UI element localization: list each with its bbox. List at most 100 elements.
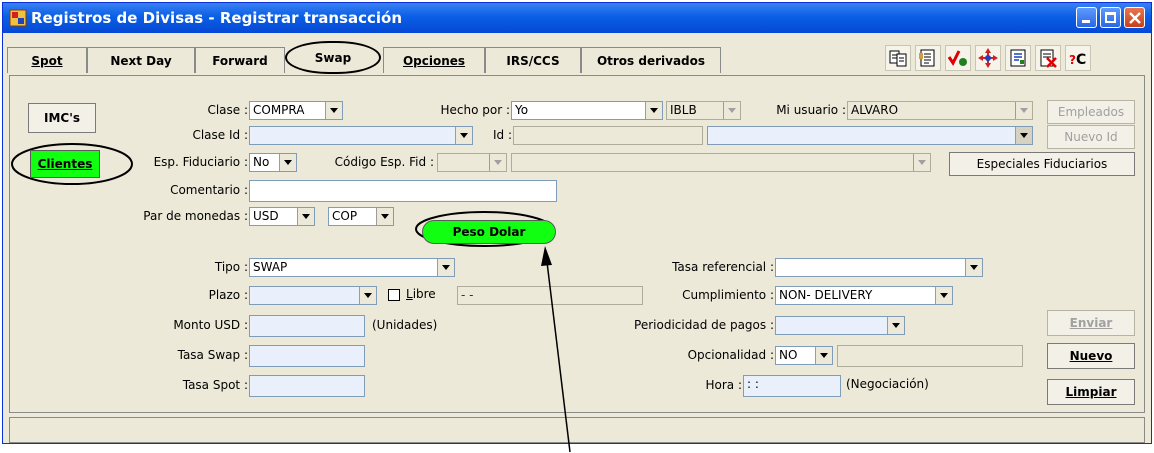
clase-label: Clase : bbox=[207, 103, 248, 117]
tab-swap[interactable]: Swap bbox=[285, 41, 381, 74]
hora-input[interactable]: : : bbox=[743, 375, 841, 397]
chevron-down-icon bbox=[376, 208, 393, 225]
nuevo-id-label: Nuevo Id bbox=[1064, 130, 1118, 144]
app-window: Registros de Divisas - Registrar transac… bbox=[2, 2, 1152, 444]
maximize-button[interactable] bbox=[1100, 7, 1121, 28]
limpiar-button[interactable]: Limpiar bbox=[1047, 379, 1135, 405]
opcionalidad-value: NO bbox=[779, 348, 798, 362]
chevron-down-icon bbox=[437, 259, 454, 276]
tasa-referencial-label: Tasa referencial : bbox=[672, 260, 774, 274]
tipo-select[interactable]: SWAP bbox=[249, 258, 455, 277]
peso-dolar-label: Peso Dolar bbox=[452, 225, 526, 239]
nuevo-id-button[interactable]: Nuevo Id bbox=[1047, 125, 1135, 149]
tab-label: Otros derivados bbox=[596, 54, 706, 68]
id-label: Id : bbox=[492, 128, 512, 142]
fiduciario-name-select[interactable] bbox=[511, 153, 931, 172]
tasa-swap-label: Tasa Swap : bbox=[177, 348, 248, 362]
cancel-doc-icon[interactable] bbox=[1035, 45, 1061, 71]
chevron-down-icon bbox=[913, 154, 930, 171]
imcs-label: IMC's bbox=[43, 111, 81, 125]
copy-icon[interactable] bbox=[885, 45, 911, 71]
especiales-fiduciarios-label: Especiales Fiduciarios bbox=[976, 157, 1108, 171]
chevron-down-icon bbox=[723, 102, 740, 119]
imcs-button[interactable]: IMC's bbox=[28, 103, 96, 133]
libre-checkbox[interactable] bbox=[388, 289, 400, 301]
chevron-down-icon bbox=[1015, 102, 1032, 119]
mi-usuario-label: Mi usuario : bbox=[776, 103, 846, 117]
tab-label: Next Day bbox=[110, 54, 172, 68]
close-icon bbox=[1129, 12, 1141, 24]
tasa-swap-input[interactable] bbox=[249, 345, 365, 367]
especiales-fiduciarios-button[interactable]: Especiales Fiduciarios bbox=[949, 152, 1135, 176]
moneda1-select[interactable]: USD bbox=[249, 207, 315, 226]
move-icon[interactable] bbox=[975, 45, 1001, 71]
tab-irs-ccs[interactable]: IRS/CCS bbox=[485, 47, 581, 73]
tab-label: IRS/CCS bbox=[506, 54, 560, 68]
svg-text:?: ? bbox=[1069, 53, 1076, 67]
tab-spot[interactable]: Spot bbox=[7, 47, 87, 73]
tab-forward[interactable]: Forward bbox=[195, 47, 285, 73]
tab-opciones[interactable]: Opciones bbox=[383, 47, 485, 73]
id-name-select[interactable] bbox=[707, 126, 1033, 145]
chevron-down-icon bbox=[489, 154, 506, 171]
enviar-label: Enviar bbox=[1069, 316, 1113, 330]
comentario-input[interactable] bbox=[249, 180, 557, 202]
tipo-value: SWAP bbox=[253, 260, 288, 274]
esp-fiduciario-label: Esp. Fiduciario : bbox=[153, 155, 248, 169]
enviar-button[interactable]: Enviar bbox=[1047, 310, 1135, 336]
hecho-por-label: Hecho por : bbox=[440, 103, 510, 117]
tasa-referencial-select[interactable] bbox=[775, 258, 983, 277]
check-icon[interactable] bbox=[945, 45, 971, 71]
nuevo-label: Nuevo bbox=[1069, 349, 1113, 363]
clase-value: COMPRA bbox=[253, 103, 305, 117]
periodicidad-select[interactable] bbox=[775, 316, 905, 335]
tasa-spot-input[interactable] bbox=[249, 375, 365, 397]
chevron-down-icon bbox=[965, 259, 982, 276]
plazo-fecha-field[interactable]: - - bbox=[457, 286, 643, 305]
chevron-down-icon bbox=[359, 287, 376, 304]
tab-label: Spot bbox=[31, 54, 63, 68]
opcionalidad-detail-field[interactable] bbox=[837, 345, 1023, 367]
app-icon bbox=[9, 9, 27, 27]
tipo-label: Tipo : bbox=[214, 260, 248, 274]
chevron-down-icon bbox=[645, 102, 662, 119]
tab-bar: Spot Next Day Forward Swap Opciones IRS/… bbox=[7, 39, 1147, 75]
close-button[interactable] bbox=[1124, 7, 1145, 28]
chevron-down-icon bbox=[455, 127, 472, 144]
clase-id-select[interactable] bbox=[249, 126, 473, 145]
par-monedas-label: Par de monedas : bbox=[143, 209, 248, 223]
clientes-button[interactable]: Clientes bbox=[30, 150, 100, 178]
codigo-esp-fid-label: Código Esp. Fid : bbox=[334, 155, 434, 169]
mi-usuario-value: ALVARO bbox=[851, 103, 899, 117]
codigo-esp-fid-select[interactable] bbox=[437, 153, 507, 172]
opcionalidad-select[interactable]: NO bbox=[775, 346, 833, 365]
moneda2-select[interactable]: COP bbox=[328, 207, 394, 226]
unidades-label: (Unidades) bbox=[372, 318, 438, 332]
peso-dolar-button[interactable]: Peso Dolar bbox=[422, 220, 556, 244]
periodicidad-label: Periodicidad de pagos : bbox=[634, 318, 774, 332]
monto-usd-input[interactable] bbox=[249, 315, 365, 337]
tab-next-day[interactable]: Next Day bbox=[87, 47, 195, 73]
esp-fiduciario-select[interactable]: No bbox=[249, 153, 297, 172]
hecho-por-select[interactable]: Yo bbox=[511, 101, 663, 120]
tab-label: Forward bbox=[212, 54, 268, 68]
document-icon[interactable] bbox=[915, 45, 941, 71]
tab-otros-derivados[interactable]: Otros derivados bbox=[581, 47, 721, 73]
mi-usuario-select[interactable]: ALVARO bbox=[847, 101, 1033, 120]
cumplimiento-select[interactable]: NON- DELIVERY bbox=[775, 286, 953, 305]
clientes-label: Clientes bbox=[37, 157, 93, 171]
clase-select[interactable]: COMPRA bbox=[249, 101, 343, 120]
id-field[interactable] bbox=[513, 126, 703, 145]
plazo-select[interactable] bbox=[249, 286, 377, 305]
currency-c-icon[interactable]: ? C bbox=[1065, 45, 1091, 71]
nuevo-button[interactable]: Nuevo bbox=[1047, 343, 1135, 369]
chevron-down-icon bbox=[325, 102, 342, 119]
empleados-button[interactable]: Empleados bbox=[1047, 100, 1135, 124]
moneda2-value: COP bbox=[332, 209, 358, 223]
hecho-por-code-select[interactable]: IBLB bbox=[666, 101, 741, 120]
chevron-down-icon bbox=[1015, 127, 1032, 144]
minimize-button[interactable] bbox=[1076, 7, 1097, 28]
tasa-spot-label: Tasa Spot : bbox=[182, 378, 248, 392]
report-icon[interactable] bbox=[1005, 45, 1031, 71]
hecho-por-value: Yo bbox=[515, 103, 529, 117]
